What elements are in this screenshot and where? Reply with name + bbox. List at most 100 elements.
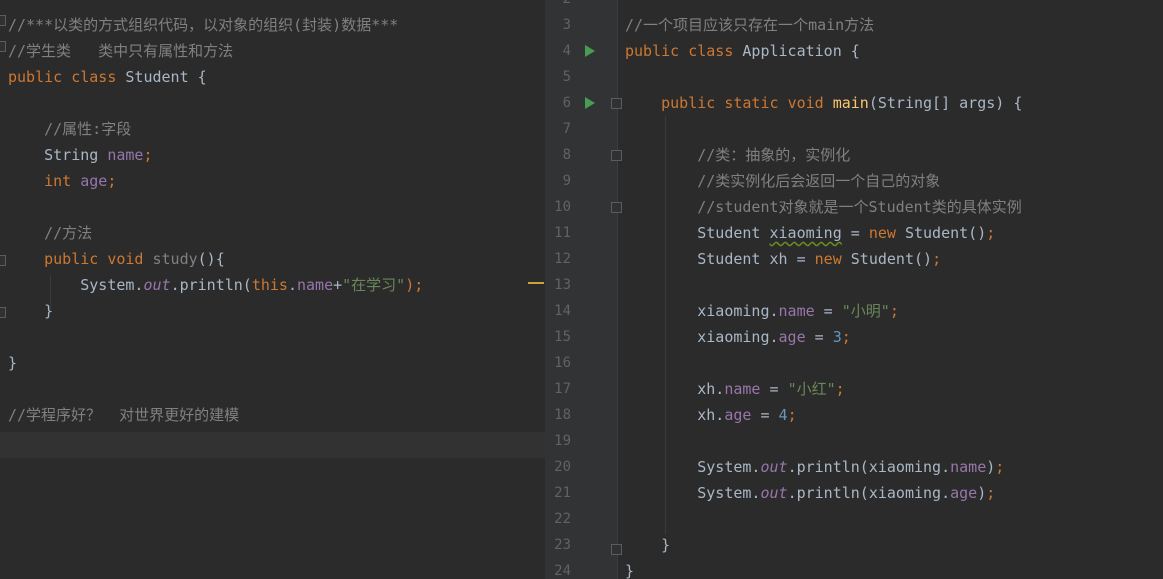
code-line[interactable] — [0, 376, 545, 402]
line-number: 19 — [554, 433, 571, 449]
line-number: 2 — [545, 0, 571, 12]
code-line[interactable] — [0, 194, 545, 220]
code-line[interactable]: //学生类 类中只有属性和方法 — [0, 38, 545, 64]
code-text: public class Application { — [625, 38, 860, 64]
code-token: } — [625, 562, 635, 579]
code-token: xiaoming — [769, 224, 842, 242]
code-text: //学生类 类中只有属性和方法 — [8, 38, 233, 64]
code-line[interactable]: 11 Student xiaoming = new Student(); — [545, 220, 1163, 246]
code-line[interactable]: 19 — [545, 428, 1163, 454]
code-token: static — [724, 94, 788, 112]
line-number: 11 — [554, 225, 571, 241]
line-number: 17 — [554, 381, 571, 397]
code-token: this — [251, 276, 288, 294]
code-text: Student xiaoming = new Student(); — [625, 220, 995, 246]
code-token: . — [287, 276, 297, 294]
code-text: public static void main(String[] args) { — [625, 90, 1022, 116]
line-number: 9 — [562, 173, 571, 189]
code-token: main — [832, 94, 869, 112]
line-number: 12 — [554, 251, 571, 267]
code-text: xiaoming.name = "小明"; — [625, 298, 899, 324]
code-line[interactable]: 4 public class Application { — [545, 38, 1163, 64]
code-token: xiaoming. — [625, 328, 779, 346]
code-token: out — [760, 458, 788, 476]
code-token: (){ — [197, 250, 225, 268]
code-line[interactable]: public void study(){ — [0, 246, 545, 272]
right-editor-pane[interactable]: 23//一个项目应该只存在一个main方法4public class Appli… — [545, 0, 1163, 579]
code-token: ) — [977, 484, 987, 502]
code-text: //属性:字段 — [8, 116, 131, 142]
line-number: 7 — [562, 121, 571, 137]
code-text: System.out.println(this.name+"在学习"); — [8, 272, 423, 298]
code-token: = — [814, 302, 842, 320]
code-line[interactable]: 22 — [545, 506, 1163, 532]
code-line[interactable]: 5 — [545, 64, 1163, 90]
code-token: } — [8, 354, 18, 372]
code-token: int — [44, 172, 81, 190]
code-token: ; — [995, 458, 1005, 476]
code-token: Student xh = — [625, 250, 815, 268]
code-line[interactable]: 6 public static void main(String[] args)… — [545, 90, 1163, 116]
code-line[interactable]: 9 //类实例化后会返回一个自己的对象 — [545, 168, 1163, 194]
code-line[interactable] — [0, 428, 545, 454]
code-token: ; — [932, 250, 942, 268]
code-line[interactable]: 20 System.out.println(xiaoming.name); — [545, 454, 1163, 480]
code-line[interactable]: 10 //student对象就是一个Student类的具体实例 — [545, 194, 1163, 220]
code-line[interactable]: int age; — [0, 168, 545, 194]
code-line[interactable]: 8 //类：抽象的，实例化 — [545, 142, 1163, 168]
line-number: 16 — [554, 355, 571, 371]
code-line[interactable]: 23 } — [545, 532, 1163, 558]
code-line[interactable] — [0, 90, 545, 116]
code-line[interactable]: 7 — [545, 116, 1163, 142]
code-line[interactable]: 16 — [545, 350, 1163, 376]
line-number: 10 — [554, 199, 571, 215]
code-token: Student — [625, 224, 770, 242]
code-token: "在学习" — [342, 276, 406, 294]
code-text: } — [8, 298, 53, 324]
left-editor-pane[interactable]: //***以类的方式组织代码，以对象的组织(封装)数据*** //学生类 类中只有… — [0, 0, 545, 579]
code-token: new — [814, 250, 851, 268]
code-token: Student { — [125, 68, 207, 86]
code-line[interactable]: 13 — [545, 272, 1163, 298]
code-token: //student对象就是一个Student类的具体实例 — [625, 198, 1022, 216]
code-text: String name; — [8, 142, 152, 168]
code-text: Student xh = new Student(); — [625, 246, 941, 272]
code-line[interactable]: 3 //一个项目应该只存在一个main方法 — [545, 12, 1163, 38]
code-line[interactable]: } — [0, 350, 545, 376]
code-token: age — [950, 484, 978, 502]
code-token: = — [751, 406, 779, 424]
code-line[interactable]: 24} — [545, 558, 1163, 579]
code-token: System. — [625, 458, 761, 476]
code-line[interactable]: 15 xiaoming.age = 3; — [545, 324, 1163, 350]
code-line[interactable]: public class Student { — [0, 64, 545, 90]
code-line[interactable]: 18 xh.age = 4; — [545, 402, 1163, 428]
code-line[interactable]: //方法 — [0, 220, 545, 246]
line-number: 5 — [562, 69, 571, 85]
code-token: System. — [8, 276, 144, 294]
code-text: xh.name = "小红"; — [625, 376, 844, 402]
code-token: ); — [405, 276, 424, 294]
code-line[interactable]: 2 — [545, 0, 1163, 12]
code-line[interactable]: //学程序好？ 对世界更好的建模 — [0, 402, 545, 428]
code-line[interactable]: String name; — [0, 142, 545, 168]
code-line[interactable]: } — [0, 298, 545, 324]
code-token: ; — [107, 172, 117, 190]
code-line[interactable]: 12 Student xh = new Student(); — [545, 246, 1163, 272]
line-number: 24 — [554, 563, 571, 579]
code-text: //学程序好？ 对世界更好的建模 — [8, 402, 239, 428]
code-token: ; — [986, 224, 996, 242]
code-text: xiaoming.age = 3; — [625, 324, 851, 350]
code-token: //类实例化后会返回一个自己的对象 — [625, 172, 941, 190]
code-line[interactable]: //***以类的方式组织代码，以对象的组织(封装)数据*** — [0, 12, 545, 38]
code-line[interactable]: 21 System.out.println(xiaoming.age); — [545, 480, 1163, 506]
code-line[interactable]: System.out.println(this.name+"在学习"); — [0, 272, 545, 298]
code-token: ; — [986, 484, 996, 502]
code-token: out — [760, 484, 788, 502]
code-line[interactable] — [0, 324, 545, 350]
code-text: } — [625, 532, 670, 558]
code-line[interactable]: //属性:字段 — [0, 116, 545, 142]
code-line[interactable]: 14 xiaoming.name = "小明"; — [545, 298, 1163, 324]
code-line[interactable]: 17 xh.name = "小红"; — [545, 376, 1163, 402]
code-token: public — [625, 42, 689, 60]
